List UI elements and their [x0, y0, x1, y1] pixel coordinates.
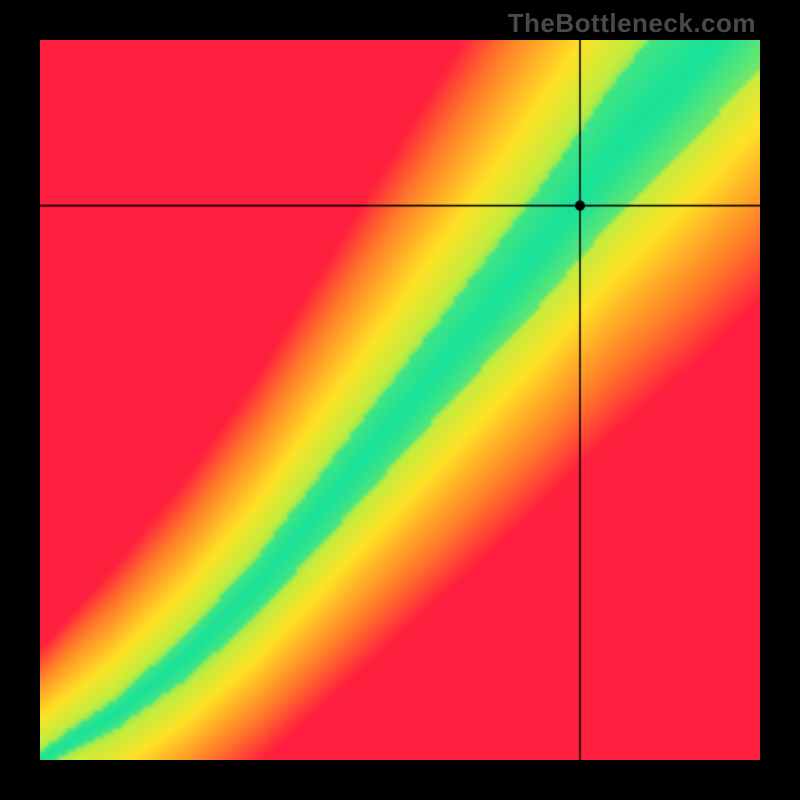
watermark-text: TheBottleneck.com	[508, 8, 756, 39]
chart-frame: TheBottleneck.com	[0, 0, 800, 800]
heatmap-canvas	[40, 40, 760, 760]
plot-area	[40, 40, 760, 760]
